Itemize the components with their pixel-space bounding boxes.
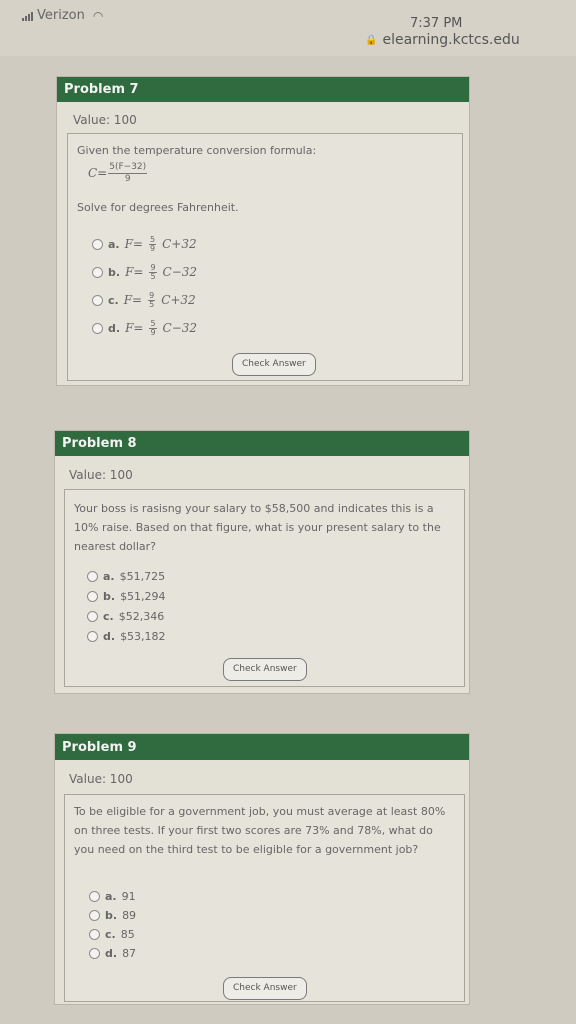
option-text: 85 xyxy=(120,928,135,941)
problem-9-card: Problem 9 Value: 100 To be eligible for … xyxy=(54,733,470,1005)
formula-numerator: 5(F−32) xyxy=(108,162,148,174)
radio-button[interactable] xyxy=(92,294,103,306)
option-text: 89 xyxy=(122,909,137,922)
fraction-denominator: 9 xyxy=(150,243,156,253)
problem-title: Problem 9 xyxy=(62,739,137,755)
problem-7-header: Problem 7 xyxy=(57,77,469,102)
option-letter: d. xyxy=(105,947,118,960)
option-a[interactable]: a. F= 59 C+32 xyxy=(92,230,197,258)
option-lhs: F= xyxy=(125,320,144,335)
fraction-denominator: 5 xyxy=(149,299,155,309)
radio-button[interactable] xyxy=(87,630,98,642)
problem-9-header: Problem 9 xyxy=(55,734,469,760)
address-bar[interactable]: 🔒 elearning.kctcs.edu xyxy=(365,32,520,48)
option-letter: b. xyxy=(108,265,121,279)
radio-button[interactable] xyxy=(87,610,98,622)
option-d[interactable]: d. 87 xyxy=(89,944,136,963)
question-end: Solve for degrees Fahrenheit. xyxy=(77,201,239,214)
check-answer-button[interactable]: Check Answer xyxy=(223,658,307,681)
option-rest: C+32 xyxy=(162,236,197,251)
problem-8-card: Problem 8 Value: 100 Your boss is rasisn… xyxy=(54,430,470,694)
formula-lhs: C= xyxy=(88,166,108,180)
radio-button[interactable] xyxy=(89,929,100,940)
option-letter: a. xyxy=(108,237,120,251)
problem-9-question-box: To be eligible for a government job, you… xyxy=(64,794,465,1002)
option-d[interactable]: d. F= 59 C−32 xyxy=(92,314,197,342)
option-b[interactable]: b. F= 95 C−32 xyxy=(92,258,197,286)
problem-7-question-box: Given the temperature conversion formula… xyxy=(67,133,463,381)
question-text: Your boss is rasisng your salary to $58,… xyxy=(74,502,441,553)
check-answer-button[interactable]: Check Answer xyxy=(223,977,307,1000)
problem-value: Value: 100 xyxy=(69,468,133,482)
option-c[interactable]: c. F= 95 C+32 xyxy=(92,286,197,314)
carrier-indicator: Verizon ◠ xyxy=(22,8,103,23)
option-fraction: 95 xyxy=(149,263,157,281)
lock-icon: 🔒 xyxy=(365,34,378,46)
formula-fraction: 5(F−32) 9 xyxy=(108,162,148,185)
options-list: a. $51,725 b. $51,294 c. $52,346 d. $53,… xyxy=(87,566,166,646)
radio-button[interactable] xyxy=(92,266,103,278)
option-lhs: F= xyxy=(125,264,144,279)
radio-button[interactable] xyxy=(87,590,98,602)
radio-button[interactable] xyxy=(92,322,103,334)
option-text: $52,346 xyxy=(118,609,165,623)
problem-7-card: Problem 7 Value: 100 Given the temperatu… xyxy=(56,76,470,386)
options-list: a. 91 b. 89 c. 85 d. 87 xyxy=(89,887,136,963)
option-letter: b. xyxy=(105,909,118,922)
option-text: 91 xyxy=(121,890,136,903)
radio-button[interactable] xyxy=(89,948,100,959)
carrier-name: Verizon xyxy=(37,8,85,23)
option-letter: a. xyxy=(105,890,117,903)
formula-denominator: 9 xyxy=(124,174,131,184)
option-text: $51,294 xyxy=(120,589,166,603)
option-b[interactable]: b. 89 xyxy=(89,906,136,925)
radio-button[interactable] xyxy=(89,891,100,902)
check-answer-button[interactable]: Check Answer xyxy=(232,353,316,376)
option-text: $51,725 xyxy=(119,569,166,583)
option-letter: c. xyxy=(105,928,116,941)
radio-button[interactable] xyxy=(92,238,103,250)
option-rest: C+32 xyxy=(161,292,196,307)
option-a[interactable]: a. 91 xyxy=(89,887,136,906)
fraction-denominator: 5 xyxy=(150,271,156,281)
option-letter: a. xyxy=(103,569,115,583)
option-letter: c. xyxy=(103,609,114,623)
problem-8-question-box: Your boss is rasisng your salary to $58,… xyxy=(64,489,465,687)
option-fraction: 59 xyxy=(149,235,157,253)
status-bar: Verizon ◠ 7:37 PM 🔒 elearning.kctcs.edu xyxy=(0,0,576,56)
problem-title: Problem 8 xyxy=(62,436,137,451)
option-lhs: F= xyxy=(124,236,143,251)
option-rest: C−32 xyxy=(162,320,198,335)
option-b[interactable]: b. $51,294 xyxy=(87,586,166,606)
option-fraction: 59 xyxy=(149,319,157,337)
option-letter: d. xyxy=(103,629,116,643)
fraction-denominator: 9 xyxy=(150,327,156,337)
option-rest: C−32 xyxy=(162,264,198,279)
question-intro: Given the temperature conversion formula… xyxy=(77,144,317,157)
radio-button[interactable] xyxy=(87,570,98,582)
wifi-icon: ◠ xyxy=(92,8,104,23)
option-a[interactable]: a. $51,725 xyxy=(87,566,166,586)
problem-value: Value: 100 xyxy=(69,772,133,786)
problem-value: Value: 100 xyxy=(73,113,137,127)
signal-icon xyxy=(22,11,33,21)
option-lhs: F= xyxy=(123,292,143,307)
option-d[interactable]: d. $53,182 xyxy=(87,626,166,646)
options-list: a. F= 59 C+32 b. F= 95 C−32 c. F= 95 C+3… xyxy=(92,230,197,342)
question-text: To be eligible for a government job, you… xyxy=(74,805,446,856)
problem-title: Problem 7 xyxy=(64,82,139,97)
option-fraction: 95 xyxy=(148,291,156,309)
option-c[interactable]: c. $52,346 xyxy=(87,606,166,626)
url-text: elearning.kctcs.edu xyxy=(382,32,520,48)
radio-button[interactable] xyxy=(89,910,100,921)
option-text: $53,182 xyxy=(120,629,166,643)
formula: C= 5(F−32) 9 xyxy=(88,162,148,185)
option-text: 87 xyxy=(122,947,137,960)
option-letter: b. xyxy=(103,589,116,603)
problem-8-header: Problem 8 xyxy=(55,431,469,456)
option-c[interactable]: c. 85 xyxy=(89,925,136,944)
option-letter: c. xyxy=(108,293,119,307)
option-letter: d. xyxy=(108,321,121,335)
status-time: 7:37 PM xyxy=(410,16,463,31)
